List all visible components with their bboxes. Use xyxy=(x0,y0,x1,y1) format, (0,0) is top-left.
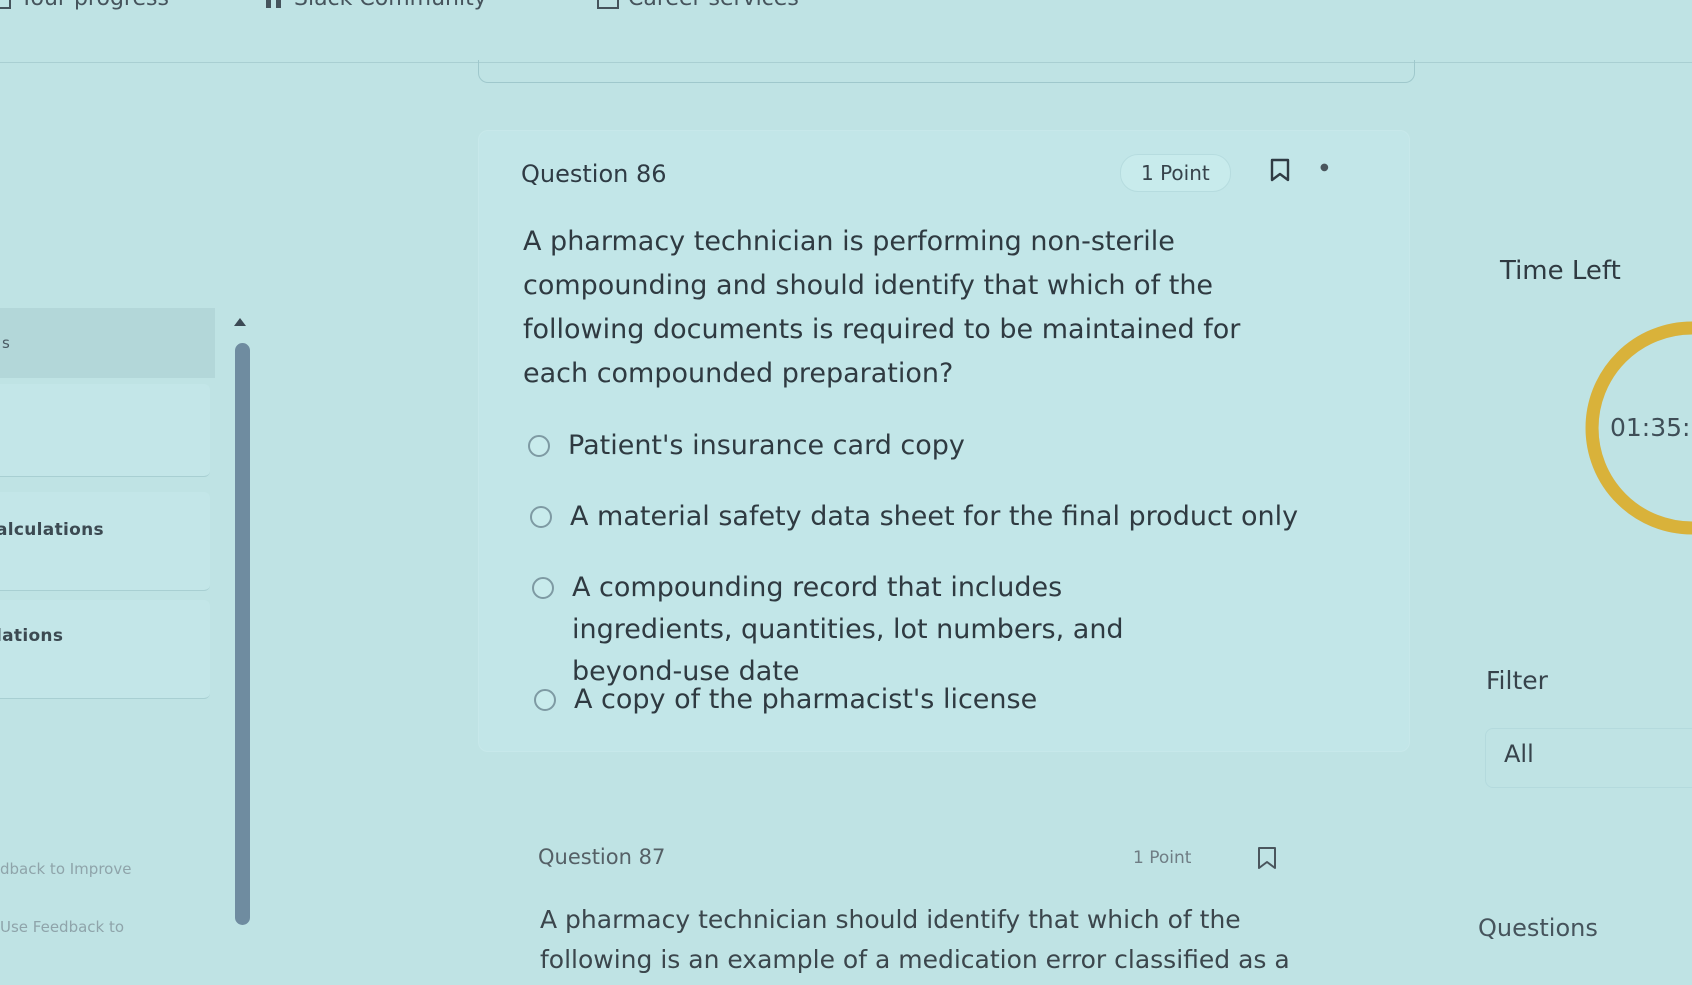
scroll-up-arrow-icon[interactable] xyxy=(234,318,246,326)
answer-option-2[interactable]: A material safety data sheet for the fin… xyxy=(530,496,1298,538)
slack-icon xyxy=(266,0,281,8)
radio-button[interactable] xyxy=(530,506,552,528)
bookmark-icon[interactable] xyxy=(1270,158,1290,182)
radio-button[interactable] xyxy=(532,577,554,599)
sidebar-item-regulations-label: lations xyxy=(0,626,64,646)
answer-option-label: A compounding record that includes ingre… xyxy=(572,572,1124,687)
sidebar-header: s xyxy=(0,308,215,378)
question-87-points: 1 Point xyxy=(1133,848,1192,868)
nav-item-slack-label: Slack Community xyxy=(294,0,487,11)
time-left-label: Time Left xyxy=(1500,256,1621,286)
question-86-title: Question 86 xyxy=(521,160,667,188)
questions-panel-label: Questions xyxy=(1478,914,1598,942)
filter-select-value: All xyxy=(1504,740,1534,768)
progress-icon xyxy=(0,0,11,9)
sidebar-item-blank[interactable] xyxy=(0,384,210,477)
nav-item-progress-label: Your progress xyxy=(20,0,169,11)
more-icon[interactable]: ● xyxy=(1320,162,1329,173)
nav-item-slack[interactable]: Slack Community xyxy=(262,0,487,11)
radio-button[interactable] xyxy=(528,435,550,457)
sidebar-item-regulations[interactable]: lations xyxy=(0,600,210,699)
nav-item-career[interactable]: Career services xyxy=(596,0,799,11)
answer-option-4[interactable]: A copy of the pharmacist's license xyxy=(534,679,1037,721)
top-nav-bar: Your progress Slack Community Career ser… xyxy=(0,0,1692,63)
answer-option-label: A copy of the pharmacist's license xyxy=(574,684,1038,715)
sidebar-faint-text-1: dback to Improve xyxy=(0,860,132,878)
topic-sidebar: s alculations lations dback to Improve U… xyxy=(0,308,215,985)
answer-option-1[interactable]: Patient's insurance card copy xyxy=(528,425,965,467)
question-86-text: A pharmacy technician is performing non-… xyxy=(523,226,1241,389)
nav-item-career-label: Career services xyxy=(628,0,799,11)
sidebar-item-calculations[interactable]: alculations xyxy=(0,492,210,591)
question-86-points: 1 Point xyxy=(1120,154,1231,192)
sidebar-item-calculations-label: alculations xyxy=(0,520,104,540)
filter-label: Filter xyxy=(1486,666,1548,695)
question-87-title: Question 87 xyxy=(538,845,666,869)
question-87-text: A pharmacy technician should identify th… xyxy=(540,905,1290,974)
nav-item-progress[interactable]: Your progress xyxy=(0,0,169,11)
answer-option-3[interactable]: A compounding record that includes ingre… xyxy=(532,567,1212,693)
briefcase-icon xyxy=(597,0,619,9)
radio-button[interactable] xyxy=(534,689,556,711)
sidebar-scrollbar[interactable] xyxy=(235,343,250,925)
sidebar-header-label: s xyxy=(2,334,10,352)
sidebar-faint-text-2: Use Feedback to xyxy=(0,918,125,936)
progress-strip xyxy=(478,60,1415,83)
bookmark-icon[interactable] xyxy=(1257,846,1277,870)
answer-option-label: A material safety data sheet for the fin… xyxy=(570,501,1299,532)
timer-value: 01:35: xyxy=(1610,413,1691,442)
answer-option-label: Patient's insurance card copy xyxy=(568,430,965,461)
